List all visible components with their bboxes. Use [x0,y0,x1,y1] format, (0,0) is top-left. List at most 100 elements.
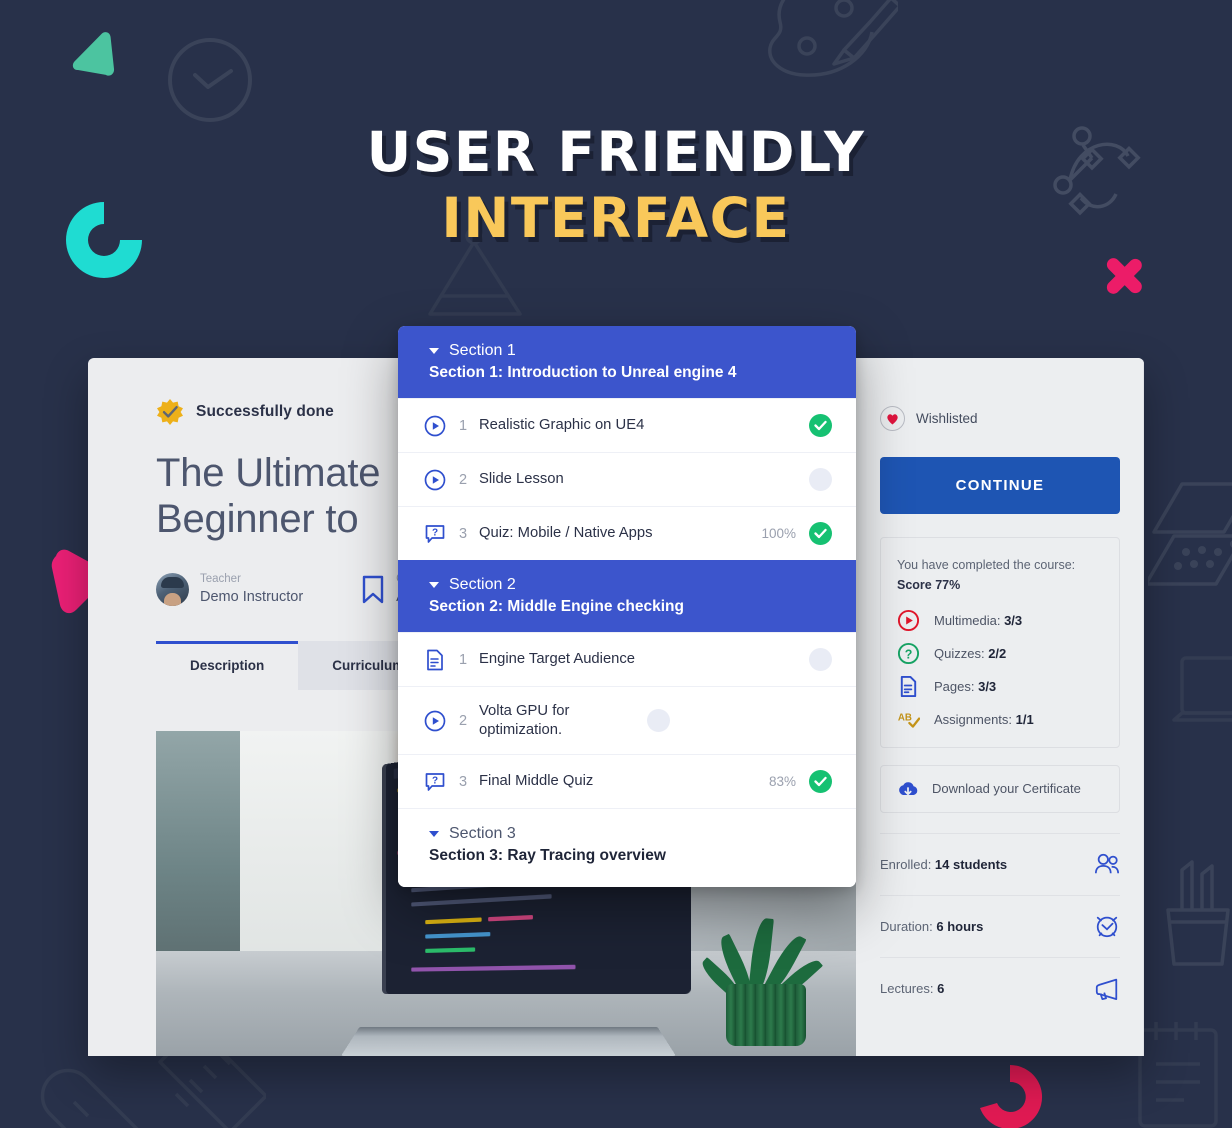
megaphone-icon [1095,978,1118,1001]
lesson-number: 1 [458,417,468,434]
headline-line-1: USER FRIENDLY [366,120,866,184]
lesson-title: Final Middle Quiz [479,773,594,790]
lesson-title: Realistic Graphic on UE4 [479,417,645,434]
clock-outline-icon [168,38,252,122]
lesson-status-done [809,770,832,793]
chevron-down-icon [429,582,439,588]
students-icon [1094,853,1120,874]
lesson-title: Slide Lesson [479,471,564,488]
pen-cup-outline-icon [1166,860,1230,966]
stat-label-multimedia: Multimedia: 3/3 [934,612,1023,628]
course-title-line-1: The Ultimate [156,451,381,495]
info-row-lectures: Lectures: 6 [880,956,1120,1019]
wishlist-label: Wishlisted [916,411,978,426]
lesson-row[interactable]: 1 Engine Target Audience [398,632,856,686]
bookmark-icon [362,575,384,603]
wishlist-row[interactable]: Wishlisted [880,406,1120,431]
lesson-percent: 100% [761,526,796,541]
lesson-status-todo [809,468,832,491]
tab-description[interactable]: Description [156,641,299,690]
assignment-ab-icon: AB [898,712,920,728]
lesson-number: 1 [458,651,468,668]
play-circle-icon [424,469,446,490]
pink-cross-icon [1106,258,1142,294]
alarm-clock-icon [1096,916,1118,938]
laptop-keyboard [341,1026,676,1056]
section-1-title: Section 1: Introduction to Unreal engine… [429,364,737,381]
score-prefix: You have completed the course: [897,558,1076,572]
layers-outline-icon [1148,482,1232,586]
question-circle-icon: ? [897,642,920,664]
section-header-3[interactable]: Section 3 Section 3: Ray Tracing overvie… [398,808,856,887]
lesson-title: Engine Target Audience [479,651,636,668]
quiz-icon: ? [425,772,445,791]
lesson-status-todo [647,709,670,732]
score-text: You have completed the course: Score 77% [897,555,1103,596]
lesson-status-done [809,522,832,545]
download-certificate-button[interactable]: Download your Certificate [880,764,1120,813]
score-value: Score 77% [897,578,961,593]
headline-line-2: INTERFACE [441,186,791,251]
lesson-number: 2 [458,712,468,729]
teacher-meta[interactable]: Teacher Demo Instructor [156,572,303,607]
lesson-percent: 83% [768,774,796,789]
teacher-name: Demo Instructor [200,588,304,605]
stat-label-assignments: Assignments: 1/1 [934,711,1034,727]
lesson-row[interactable]: 2 Slide Lesson [398,452,856,506]
continue-button[interactable]: CONTINUE [880,457,1120,514]
palette-outline-icon [768,0,898,77]
stat-label-pages: Pages: 3/3 [934,678,997,694]
stat-quizzes: ? Quizzes: 2/2 [897,642,1103,665]
stat-pages: Pages: 3/3 [897,675,1103,698]
section-header-2[interactable]: Section 2 Section 2: Middle Engine check… [398,560,856,632]
lesson-row[interactable]: 1 Realistic Graphic on UE4 [398,398,856,452]
section-2-number: Section 2 [449,576,516,593]
page-icon [900,675,917,697]
lesson-status-todo [809,648,832,671]
play-circle-icon [897,609,920,631]
duration-label: Duration: 6 hours [880,918,984,934]
verified-check-icon [157,399,183,425]
lesson-row[interactable]: ? 3 Quiz: Mobile / Native Apps 100% [398,506,856,560]
status-badge-label: Successfully done [196,403,334,420]
stat-multimedia: Multimedia: 3/3 [897,609,1103,632]
chevron-down-icon [429,348,439,354]
section-1-number: Section 1 [449,342,516,359]
quiz-icon: ? [425,524,445,543]
lesson-title: Quiz: Mobile / Native Apps [479,525,653,542]
enrolled-label: Enrolled: 14 students [880,856,1008,872]
lesson-title: Volta GPU for optimization. [479,702,570,738]
plant-photo [697,896,824,1046]
lesson-status-done [809,414,832,437]
svg-text:?: ? [432,527,438,538]
lesson-row[interactable]: ? 3 Final Middle Quiz 83% [398,754,856,808]
curriculum-overlay-panel: Section 1 Section 1: Introduction to Unr… [398,326,856,887]
heart-icon [880,406,905,431]
pink-arc-icon [980,1065,1043,1128]
section-3-number: Section 3 [449,825,516,842]
laptop-outline-icon [1172,656,1232,722]
lesson-number: 3 [458,773,468,790]
page-headline: USER FRIENDLY INTERFACE [0,124,1232,246]
page-icon [427,649,443,670]
lesson-number: 2 [458,471,468,488]
lesson-row[interactable]: 2 Volta GPU for optimization. [398,686,856,754]
teal-triangle-icon [72,32,115,76]
avatar [156,573,189,607]
lectures-label: Lectures: 6 [880,980,945,996]
lesson-number: 3 [458,525,468,542]
course-title-line-2: Beginner to [156,496,359,541]
section-3-title: Section 3: Ray Tracing overview [429,847,666,864]
teacher-label: Teacher [200,573,241,586]
chevron-down-icon [429,831,439,837]
info-row-enrolled: Enrolled: 14 students [880,832,1120,895]
play-circle-icon [424,415,446,436]
svg-text:?: ? [905,647,913,661]
play-circle-icon [424,710,446,731]
section-2-title: Section 2: Middle Engine checking [429,598,684,615]
section-header-1[interactable]: Section 1 Section 1: Introduction to Unr… [398,326,856,398]
course-sidebar: Wishlisted CONTINUE You have completed t… [856,358,1144,1056]
stat-label-quizzes: Quizzes: 2/2 [934,645,1007,661]
cloud-download-icon [899,781,918,795]
svg-text:AB: AB [898,712,912,723]
